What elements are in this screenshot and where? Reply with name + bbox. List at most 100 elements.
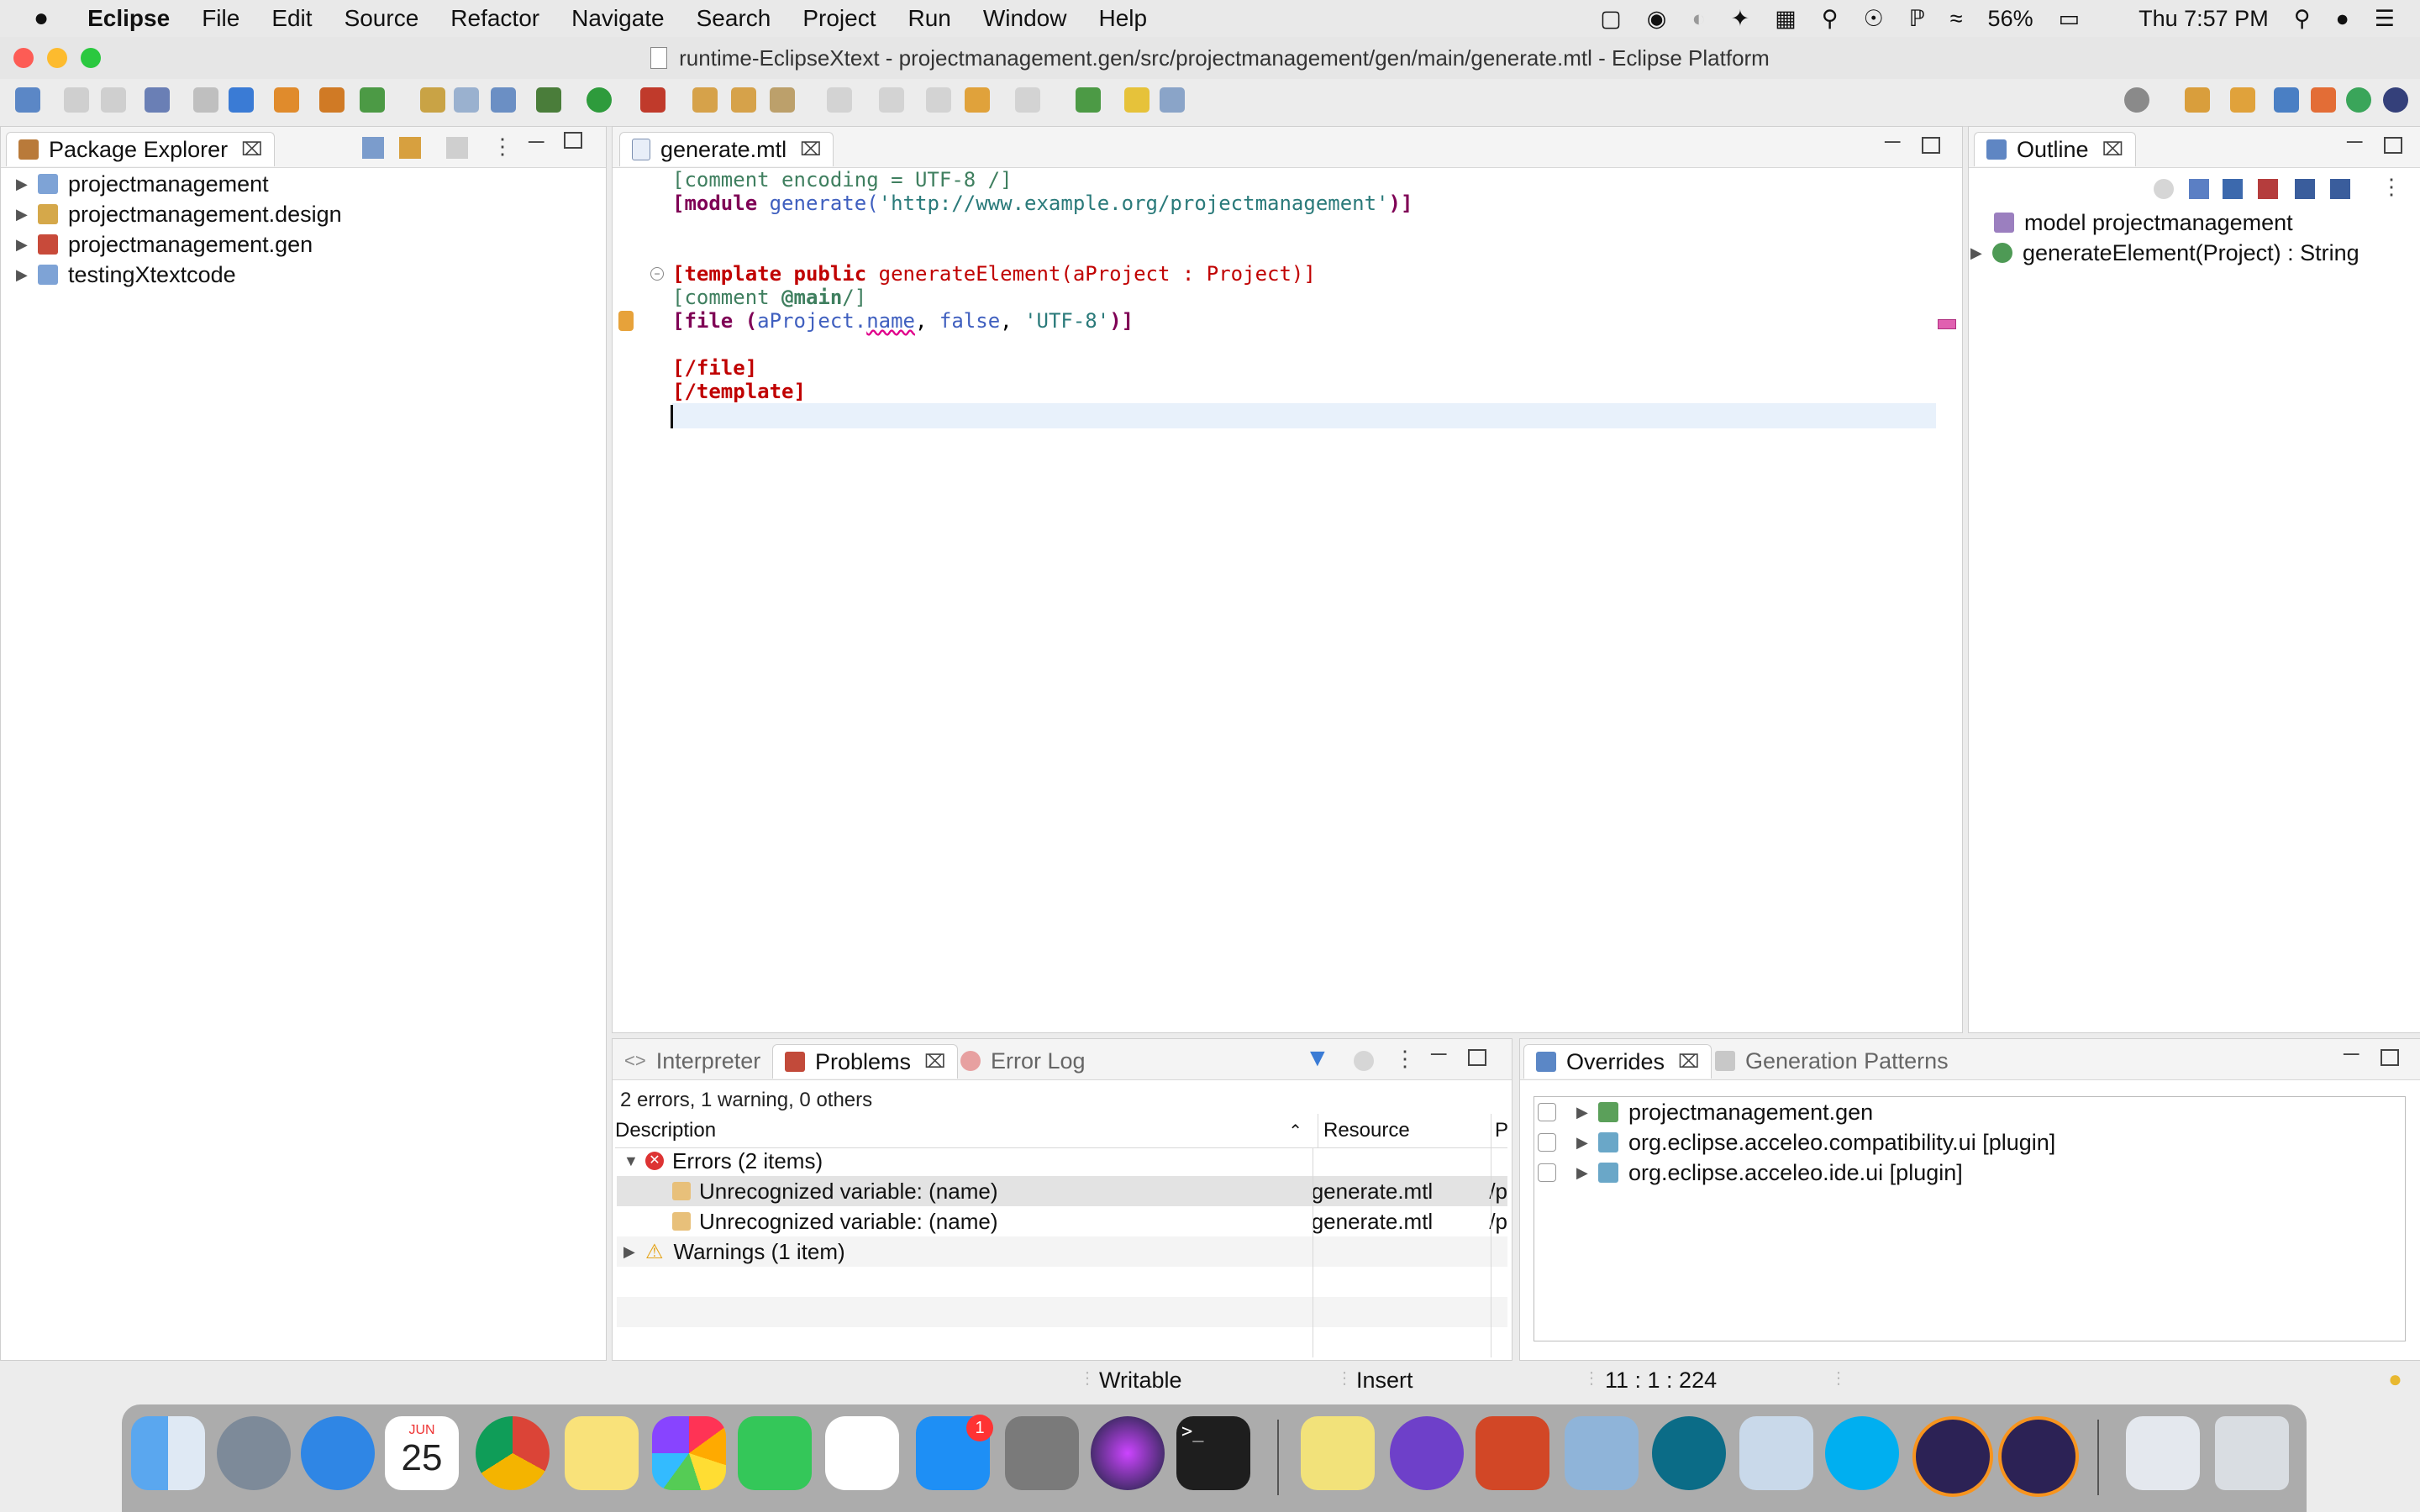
mail-stamp-icon[interactable]: [1739, 1416, 1813, 1490]
key-icon[interactable]: ⚲: [1822, 6, 1839, 32]
perspective-resource-icon[interactable]: [2230, 87, 2255, 113]
launchpad-icon[interactable]: [217, 1416, 291, 1490]
app-menu[interactable]: Eclipse: [87, 5, 170, 32]
expand-icon[interactable]: ▶: [623, 1243, 645, 1261]
wifi-icon[interactable]: ≈: [1950, 6, 1963, 32]
maximize-window-button[interactable]: [81, 48, 101, 68]
paragraph-icon[interactable]: [1160, 87, 1185, 113]
brush-icon[interactable]: [229, 87, 254, 113]
notification-center-icon[interactable]: ☰: [2375, 6, 2395, 32]
hide-local-types-icon[interactable]: [2330, 179, 2350, 199]
terminal-icon[interactable]: >_: [1176, 1416, 1250, 1490]
sync-icon[interactable]: [2154, 179, 2174, 199]
open-type-icon[interactable]: [145, 87, 170, 113]
checkbox[interactable]: [1538, 1133, 1556, 1152]
status-icon-4[interactable]: ✦: [1731, 6, 1750, 32]
maximize-icon[interactable]: [2384, 137, 2402, 154]
overview-ruler-error-marker[interactable]: [1938, 319, 1956, 329]
fold-toggle-icon[interactable]: −: [650, 267, 664, 281]
menu-window[interactable]: Window: [983, 5, 1067, 32]
refactor-icon[interactable]: [274, 87, 299, 113]
tree-item-projectmanagement-design[interactable]: ▶ projectmanagement.design: [16, 199, 342, 229]
plugin-icon[interactable]: [319, 87, 345, 113]
tab-generate-mtl[interactable]: generate.mtl ⌧: [619, 132, 834, 166]
calendar-icon[interactable]: JUN 25: [385, 1416, 459, 1490]
expand-icon[interactable]: ▶: [1576, 1164, 1598, 1182]
minimize-icon[interactable]: ─: [2344, 1041, 2359, 1067]
menu-refactor[interactable]: Refactor: [450, 5, 539, 32]
minimize-icon[interactable]: ─: [1885, 129, 1900, 155]
status-icon-1[interactable]: ▢: [1600, 6, 1622, 32]
docker-icon[interactable]: ▦: [1775, 6, 1797, 32]
spotlight-icon[interactable]: ⚲: [2294, 6, 2311, 32]
github-desktop-icon[interactable]: [1390, 1416, 1464, 1490]
minimize-icon[interactable]: ─: [1431, 1041, 1446, 1067]
toggle-mark-icon[interactable]: [420, 87, 445, 113]
column-header-resource[interactable]: Resource: [1318, 1114, 1491, 1147]
status-icon-3[interactable]: ◐: [1691, 6, 1705, 32]
text-cursor[interactable]: [671, 405, 673, 428]
filter-icon[interactable]: ▼: [1305, 1044, 1330, 1073]
chrome-icon[interactable]: [476, 1416, 550, 1490]
menu-source[interactable]: Source: [345, 5, 419, 32]
hide-fields-icon[interactable]: [2223, 179, 2243, 199]
filter-icon[interactable]: [446, 137, 468, 159]
airdrop-icon[interactable]: ☉: [1864, 6, 1884, 32]
run-icon[interactable]: [587, 87, 612, 113]
link-editor-icon[interactable]: [399, 137, 421, 159]
minimize-window-button[interactable]: [47, 48, 67, 68]
hide-static-icon[interactable]: [2258, 179, 2278, 199]
tab-problems[interactable]: Problems ⌧: [772, 1044, 959, 1079]
open-perspective-icon[interactable]: [1076, 87, 1101, 113]
close-icon[interactable]: ⌧: [800, 139, 821, 160]
status-insert-mode[interactable]: Insert: [1356, 1368, 1413, 1394]
last-edit-icon[interactable]: [926, 87, 951, 113]
tab-outline[interactable]: Outline ⌧: [1974, 132, 2136, 166]
tab-package-explorer[interactable]: Package Explorer ⌧: [6, 132, 276, 166]
save-all-icon[interactable]: [101, 87, 126, 113]
menu-navigate[interactable]: Navigate: [571, 5, 665, 32]
errors-group-row[interactable]: ▼ ✕ Errors (2 items): [617, 1146, 1507, 1176]
music-icon[interactable]: [825, 1416, 899, 1490]
view-menu-icon[interactable]: ⋮: [492, 134, 513, 160]
view-menu-icon[interactable]: ⋮: [1394, 1046, 1416, 1072]
tree-item-testingxtextcode[interactable]: ▶ testingXtextcode: [16, 260, 236, 290]
tree-item-projectmanagement[interactable]: ▶ projectmanagement: [16, 169, 269, 199]
expand-icon[interactable]: ▶: [1576, 1134, 1598, 1152]
perspective-modeling-icon[interactable]: [2274, 87, 2299, 113]
maximize-icon[interactable]: [564, 132, 582, 149]
perspective-sirius-icon[interactable]: [2383, 87, 2408, 113]
menu-run[interactable]: Run: [908, 5, 951, 32]
expand-icon[interactable]: ▶: [16, 176, 38, 193]
system-preferences-icon[interactable]: [1005, 1416, 1079, 1490]
perspective-git-icon[interactable]: [2311, 87, 2336, 113]
code-line-7[interactable]: [file (aProject.name, false, 'UTF-8')]: [672, 309, 1134, 333]
code-line-9[interactable]: [/file]: [672, 356, 757, 380]
close-icon[interactable]: ⌧: [924, 1051, 945, 1073]
menu-search[interactable]: Search: [697, 5, 771, 32]
menu-edit[interactable]: Edit: [271, 5, 312, 32]
refresh-icon[interactable]: [360, 87, 385, 113]
apple-icon[interactable]: ●: [34, 4, 49, 33]
view-menu-icon[interactable]: ⋮: [2381, 174, 2402, 200]
bluetooth-icon[interactable]: ℙ: [1909, 6, 1925, 32]
perspective-acceleo-icon[interactable]: [2346, 87, 2371, 113]
siri-icon[interactable]: ●: [2335, 6, 2349, 32]
close-icon[interactable]: ⌧: [1678, 1051, 1699, 1073]
menu-help[interactable]: Help: [1098, 5, 1147, 32]
siri-icon[interactable]: [1091, 1416, 1165, 1490]
minimize-icon[interactable]: ─: [2347, 129, 2362, 155]
perspective-java-icon[interactable]: [2185, 87, 2210, 113]
expand-icon[interactable]: ▶: [16, 236, 38, 254]
eclipse-icon[interactable]: [1912, 1416, 1993, 1497]
collapse-triangle-icon[interactable]: ▼: [623, 1152, 645, 1170]
open-project-icon[interactable]: [731, 87, 756, 113]
overrides-item[interactable]: ▶ org.eclipse.acceleo.ide.ui [plugin]: [1538, 1158, 1963, 1188]
highlighter-icon[interactable]: [1124, 87, 1150, 113]
preview-icon[interactable]: [1565, 1416, 1639, 1490]
facetime-icon[interactable]: [738, 1416, 812, 1490]
skype-icon[interactable]: [1825, 1416, 1899, 1490]
safari-icon[interactable]: [301, 1416, 375, 1490]
tip-lightbulb-icon[interactable]: ●: [2388, 1366, 2402, 1393]
prev-annotation-icon[interactable]: [879, 87, 904, 113]
